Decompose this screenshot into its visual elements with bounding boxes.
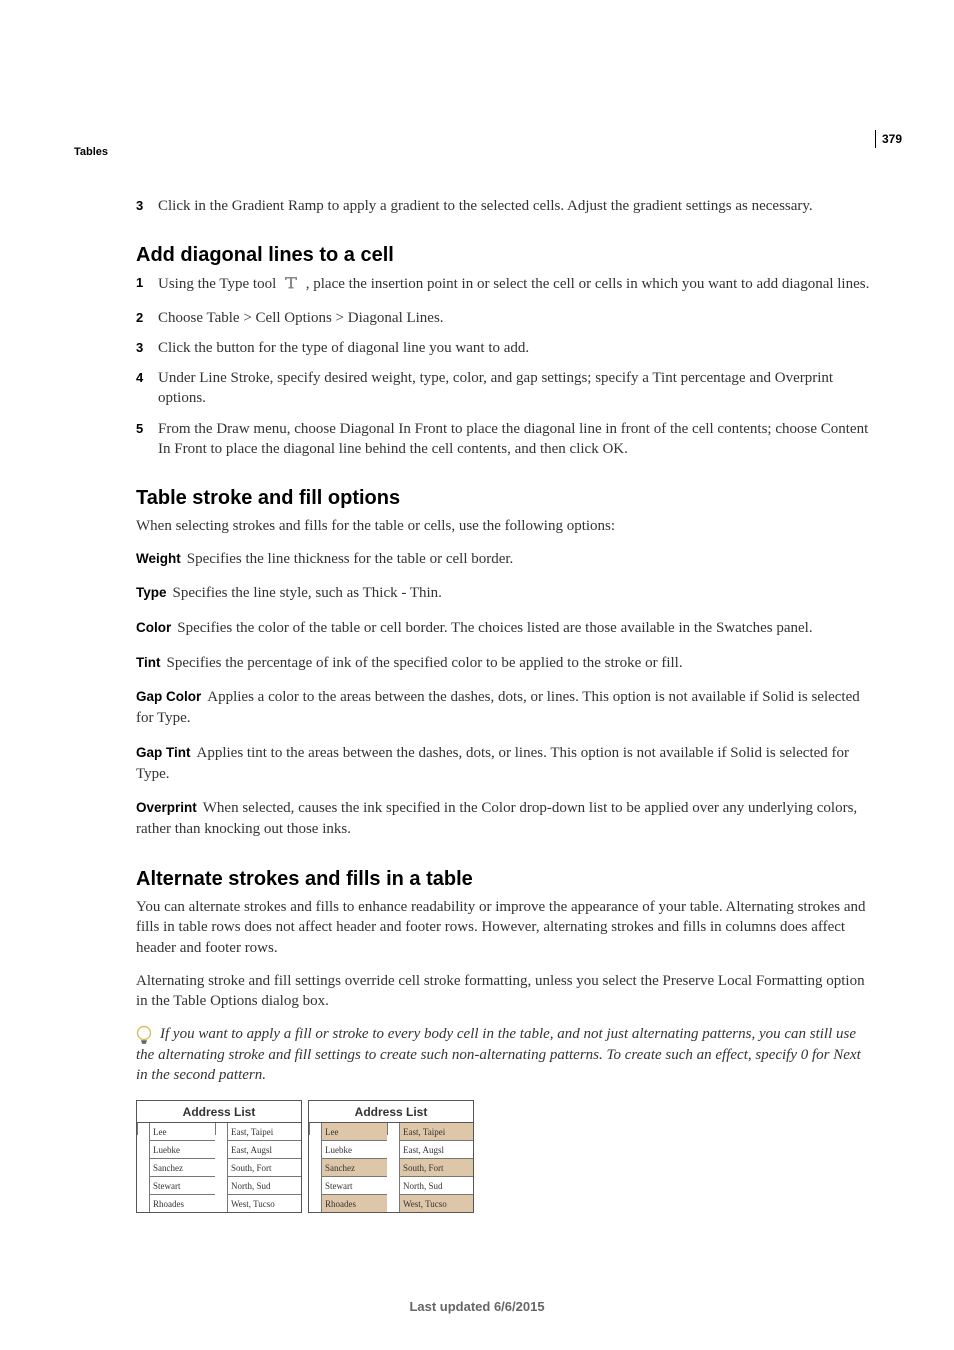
type-tool-icon <box>282 273 300 297</box>
table-cell: Stewart <box>321 1176 387 1194</box>
definition-text: Specifies the line thickness for the tab… <box>187 551 514 567</box>
definition: Color Specifies the color of the table or… <box>136 618 876 639</box>
step-text: Under Line Stroke, specify desired weigh… <box>158 368 876 409</box>
definition-text: Applies tint to the areas between the da… <box>136 745 849 782</box>
term: Weight <box>136 551 181 566</box>
definition: Tint Specifies the percentage of ink of t… <box>136 653 876 674</box>
heading-alternate: Alternate strokes and fills in a table <box>136 868 876 891</box>
table-cell: Lee <box>321 1123 387 1140</box>
heading-options: Table stroke and fill options <box>136 487 876 510</box>
table-cell: Stewart <box>149 1176 215 1194</box>
step-text: Using the Type tool , place the insertio… <box>158 273 876 297</box>
table-cell: Luebke <box>149 1140 215 1158</box>
alt-paragraph: You can alternate strokes and fills to e… <box>136 897 876 959</box>
table-cell: Sanchez <box>149 1158 215 1176</box>
example-table-before: Address List Name Lee Region and City Ea… <box>136 1100 302 1213</box>
figure-tables: Address List Name Lee Region and City Ea… <box>136 1100 876 1213</box>
definition: Weight Specifies the line thickness for t… <box>136 549 876 570</box>
page-number: 379 <box>875 130 902 148</box>
table-cell: East, Augsl <box>399 1140 473 1158</box>
tip-text: If you want to apply a fill or stroke to… <box>136 1024 876 1086</box>
alt-paragraph: Alternating stroke and fill settings ove… <box>136 971 876 1012</box>
table-cell: East, Augsl <box>227 1140 301 1158</box>
table-cell: West, Tucso <box>227 1194 301 1212</box>
definition-text: Specifies the percentage of ink of the s… <box>167 655 683 671</box>
lightbulb-icon <box>134 1024 154 1048</box>
side-label-region: Region and City <box>215 1123 227 1135</box>
table-title: Address List <box>309 1101 473 1122</box>
term: Gap Color <box>136 689 201 704</box>
table-cell: Lee <box>149 1123 215 1140</box>
footer-updated: Last updated 6/6/2015 <box>0 1299 954 1314</box>
side-label-name: Name <box>137 1123 149 1135</box>
table-cell: Luebke <box>321 1140 387 1158</box>
step-number: 4 <box>136 368 158 409</box>
side-label-region: Region and City <box>387 1123 399 1135</box>
list-item: 1 Using the Type tool , place the insert… <box>136 273 876 297</box>
definition: Gap TintApplies tint to the areas betwee… <box>136 743 876 784</box>
table-cell: West, Tucso <box>399 1194 473 1212</box>
step-number: 2 <box>136 308 158 328</box>
step-text: Click the button for the type of diagona… <box>158 338 876 358</box>
step-number: 1 <box>136 273 158 297</box>
term: Tint <box>136 655 161 670</box>
continued-step: 3 Click in the Gradient Ramp to apply a … <box>136 196 876 216</box>
list-item: 2 Choose Table > Cell Options > Diagonal… <box>136 308 876 328</box>
list-item: 5 From the Draw menu, choose Diagonal In… <box>136 419 876 460</box>
term: Type <box>136 585 167 600</box>
table-cell: South, Fort <box>227 1158 301 1176</box>
step-text-part: Using the Type tool <box>158 276 280 292</box>
chapter-label: Tables <box>74 146 108 158</box>
table-cell: East, Taipei <box>399 1123 473 1140</box>
heading-diagonal: Add diagonal lines to a cell <box>136 244 876 267</box>
definition: Gap ColorApplies a color to the areas be… <box>136 687 876 728</box>
table-cell: Rhoades <box>321 1194 387 1212</box>
list-item: 4 Under Line Stroke, specify desired wei… <box>136 368 876 409</box>
step-text-part: , place the insertion point in or select… <box>306 276 870 292</box>
definition-text: Specifies the color of the table or cell… <box>177 620 812 636</box>
table-cell: South, Fort <box>399 1158 473 1176</box>
term: Overprint <box>136 800 197 815</box>
table-cell: North, Sud <box>227 1176 301 1194</box>
table-cell: East, Taipei <box>227 1123 301 1140</box>
list-item: 3 Click the button for the type of diago… <box>136 338 876 358</box>
definition: OverprintWhen selected, causes the ink s… <box>136 798 876 839</box>
definition: Type Specifies the line style, such as Th… <box>136 583 876 604</box>
table-cell: Rhoades <box>149 1194 215 1212</box>
options-intro: When selecting strokes and fills for the… <box>136 516 876 537</box>
table-cell: Sanchez <box>321 1158 387 1176</box>
example-table-after: Address List Name Lee Region and City Ea… <box>308 1100 474 1213</box>
definition-text: When selected, causes the ink specified … <box>136 800 857 837</box>
table-cell: North, Sud <box>399 1176 473 1194</box>
side-label-name: Name <box>309 1123 321 1135</box>
step-text: From the Draw menu, choose Diagonal In F… <box>158 419 876 460</box>
tip-block: If you want to apply a fill or stroke to… <box>136 1024 876 1086</box>
definition-text: Applies a color to the areas between the… <box>136 689 860 726</box>
step-number: 3 <box>136 338 158 358</box>
step-text: Click in the Gradient Ramp to apply a gr… <box>158 196 876 216</box>
term: Gap Tint <box>136 745 191 760</box>
step-number: 5 <box>136 419 158 460</box>
step-number: 3 <box>136 196 158 216</box>
term: Color <box>136 620 171 635</box>
step-text: Choose Table > Cell Options > Diagonal L… <box>158 308 876 328</box>
definition-text: Specifies the line style, such as Thick … <box>173 585 442 601</box>
table-title: Address List <box>137 1101 301 1122</box>
